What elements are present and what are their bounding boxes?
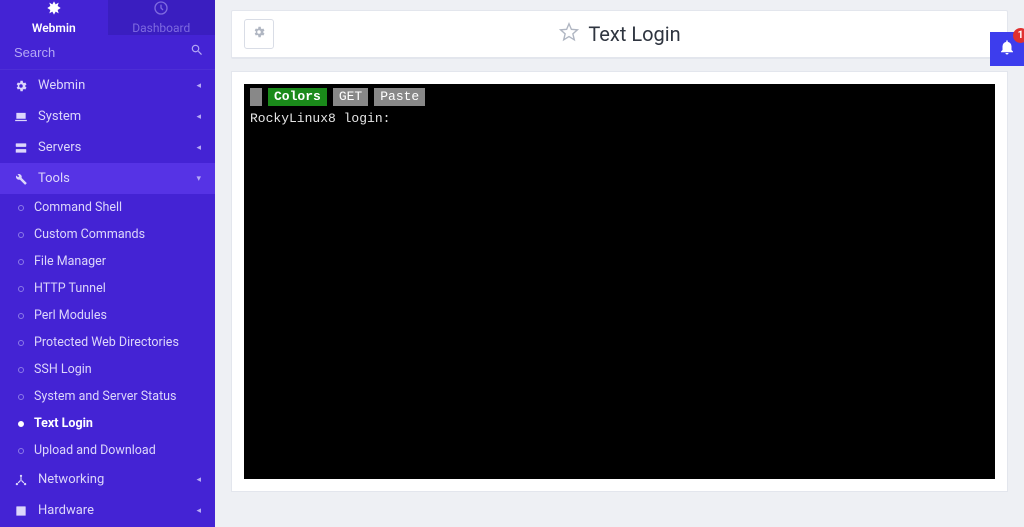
nav-servers-label: Servers [38, 140, 196, 155]
tab-webmin-label: Webmin [32, 21, 76, 35]
gear-icon [252, 25, 266, 43]
subnav-command-shell[interactable]: Command Shell [10, 194, 215, 221]
page-header: Text Login [232, 11, 1007, 58]
dashboard-icon [153, 0, 169, 19]
nav-tools-label: Tools [38, 171, 196, 186]
page-title: Text Login [588, 22, 680, 46]
tools-subnav: Command Shell Custom Commands File Manag… [0, 194, 215, 464]
terminal-toolbar: Colors GET Paste [250, 88, 989, 106]
subnav-http-tunnel[interactable]: HTTP Tunnel [10, 275, 215, 302]
sidebar: Webmin Dashboard Webmin ◂ S [0, 0, 215, 527]
gear-icon [14, 79, 28, 93]
terminal-paste-button[interactable]: Paste [374, 88, 425, 106]
hardware-icon [14, 504, 28, 518]
tools-icon [14, 172, 28, 186]
subnav-file-manager[interactable]: File Manager [10, 248, 215, 275]
bullet-icon [18, 313, 24, 319]
chevron-left-icon: ◂ [196, 112, 201, 122]
nav-webmin-label: Webmin [38, 78, 196, 93]
bullet-icon [18, 205, 24, 211]
bullet-icon [18, 394, 24, 400]
content: Text Login Colors GET Paste RockyLinux8 … [215, 0, 1024, 527]
subnav-perl-modules[interactable]: Perl Modules [10, 302, 215, 329]
search-row [0, 35, 215, 70]
nav-hardware[interactable]: Hardware ◂ [0, 495, 215, 526]
bell-icon [998, 38, 1016, 60]
webmin-logo-icon [46, 0, 62, 19]
terminal[interactable]: Colors GET Paste RockyLinux8 login: [244, 84, 995, 479]
terminal-cursor-icon [250, 88, 262, 106]
bullet-icon [18, 367, 24, 373]
nav-hardware-label: Hardware [38, 503, 196, 518]
nav-system[interactable]: System ◂ [0, 101, 215, 132]
laptop-icon [14, 110, 28, 124]
nav-servers[interactable]: Servers ◂ [0, 132, 215, 163]
chevron-left-icon: ◂ [196, 143, 201, 153]
nav-system-label: System [38, 109, 196, 124]
tab-webmin[interactable]: Webmin [0, 0, 108, 35]
chevron-left-icon: ◂ [196, 475, 201, 485]
notification-badge: 1 [1013, 28, 1024, 43]
search-icon[interactable] [190, 43, 204, 61]
subnav-custom-commands[interactable]: Custom Commands [10, 221, 215, 248]
subnav-ssh-login[interactable]: SSH Login [10, 356, 215, 383]
nav-networking-label: Networking [38, 472, 196, 487]
nav: Webmin ◂ System ◂ Servers ◂ Tools ▾ Comm… [0, 70, 215, 527]
bullet-icon [18, 340, 24, 346]
network-icon [14, 473, 28, 487]
notification-button[interactable]: 1 [990, 32, 1024, 66]
terminal-get-button[interactable]: GET [333, 88, 368, 106]
chevron-left-icon: ◂ [196, 506, 201, 516]
settings-button[interactable] [244, 19, 274, 49]
star-icon[interactable] [558, 21, 580, 47]
chevron-down-icon: ▾ [196, 174, 201, 184]
subnav-protected-web-dirs[interactable]: Protected Web Directories [10, 329, 215, 356]
subnav-system-status[interactable]: System and Server Status [10, 383, 215, 410]
bullet-icon [18, 448, 24, 454]
nav-webmin[interactable]: Webmin ◂ [0, 70, 215, 101]
nav-tools[interactable]: Tools ▾ [0, 163, 215, 194]
bullet-icon [18, 421, 24, 427]
nav-networking[interactable]: Networking ◂ [0, 464, 215, 495]
terminal-colors-button[interactable]: Colors [268, 88, 327, 106]
bullet-icon [18, 259, 24, 265]
terminal-panel: Colors GET Paste RockyLinux8 login: [231, 71, 1008, 492]
tab-dashboard-label: Dashboard [132, 21, 190, 35]
page-title-wrap: Text Login [274, 21, 965, 47]
subnav-upload-download[interactable]: Upload and Download [10, 437, 215, 464]
page-header-panel: Text Login [231, 10, 1008, 59]
sidebar-tabs: Webmin Dashboard [0, 0, 215, 35]
tab-dashboard[interactable]: Dashboard [108, 0, 216, 35]
search-input[interactable] [14, 45, 190, 60]
subnav-text-login[interactable]: Text Login [10, 410, 215, 437]
chevron-left-icon: ◂ [196, 81, 201, 91]
bullet-icon [18, 286, 24, 292]
bullet-icon [18, 232, 24, 238]
server-icon [14, 141, 28, 155]
terminal-line: RockyLinux8 login: [250, 110, 989, 128]
